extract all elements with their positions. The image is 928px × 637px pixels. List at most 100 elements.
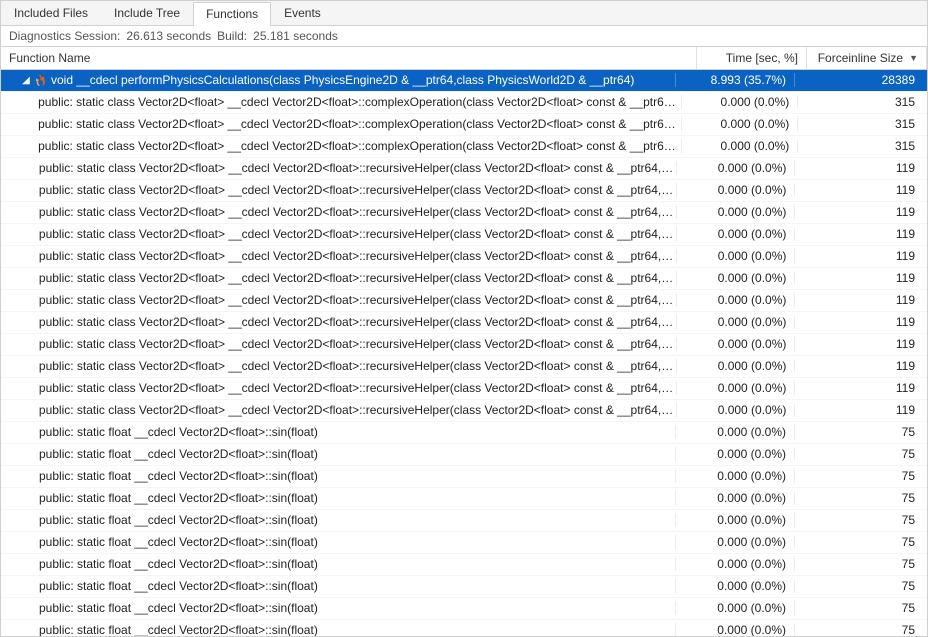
- function-signature: public: static float __cdecl Vector2D<fl…: [39, 491, 318, 505]
- function-row[interactable]: public: static float __cdecl Vector2D<fl…: [1, 444, 927, 466]
- function-row[interactable]: public: static class Vector2D<float> __c…: [1, 224, 927, 246]
- function-row[interactable]: public: static class Vector2D<float> __c…: [1, 334, 927, 356]
- function-row[interactable]: public: static class Vector2D<float> __c…: [1, 312, 927, 334]
- function-name-cell[interactable]: public: static class Vector2D<float> __c…: [1, 315, 676, 329]
- tab-functions[interactable]: Functions: [193, 2, 271, 26]
- function-name-cell[interactable]: public: static float __cdecl Vector2D<fl…: [1, 469, 675, 483]
- function-name-cell[interactable]: public: static class Vector2D<float> __c…: [1, 183, 676, 197]
- column-header-function-name[interactable]: Function Name: [1, 47, 697, 69]
- function-row[interactable]: public: static class Vector2D<float> __c…: [1, 180, 927, 202]
- function-row[interactable]: public: static float __cdecl Vector2D<fl…: [1, 510, 927, 532]
- function-signature: public: static class Vector2D<float> __c…: [39, 161, 676, 175]
- function-signature: public: static class Vector2D<float> __c…: [38, 117, 681, 131]
- function-name-cell[interactable]: public: static float __cdecl Vector2D<fl…: [1, 513, 675, 527]
- function-name-cell[interactable]: public: static float __cdecl Vector2D<fl…: [1, 557, 675, 571]
- forceinline-size-cell: 119: [794, 161, 927, 175]
- function-row[interactable]: public: static float __cdecl Vector2D<fl…: [1, 488, 927, 510]
- function-name-cell[interactable]: public: static class Vector2D<float> __c…: [1, 205, 676, 219]
- time-cell: 0.000 (0.0%): [675, 425, 794, 439]
- time-cell: 0.000 (0.0%): [676, 205, 795, 219]
- function-signature: void __cdecl performPhysicsCalculations(…: [51, 73, 634, 87]
- function-row[interactable]: public: static class Vector2D<float> __c…: [1, 202, 927, 224]
- function-name-cell[interactable]: public: static float __cdecl Vector2D<fl…: [1, 601, 675, 615]
- time-cell: 0.000 (0.0%): [676, 315, 795, 329]
- function-name-cell[interactable]: public: static class Vector2D<float> __c…: [1, 359, 676, 373]
- function-row[interactable]: public: static float __cdecl Vector2D<fl…: [1, 620, 927, 636]
- function-signature: public: static class Vector2D<float> __c…: [38, 95, 681, 109]
- function-row[interactable]: public: static class Vector2D<float> __c…: [1, 400, 927, 422]
- tab-events[interactable]: Events: [271, 1, 334, 25]
- time-cell: 0.000 (0.0%): [675, 469, 794, 483]
- function-name-cell[interactable]: public: static class Vector2D<float> __c…: [1, 271, 676, 285]
- function-name-cell[interactable]: public: static class Vector2D<float> __c…: [1, 381, 676, 395]
- function-name-cell[interactable]: public: static class Vector2D<float> __c…: [1, 293, 676, 307]
- tab-include-tree[interactable]: Include Tree: [101, 1, 193, 25]
- function-name-cell[interactable]: public: static class Vector2D<float> __c…: [1, 161, 676, 175]
- function-name-cell[interactable]: public: static float __cdecl Vector2D<fl…: [1, 623, 675, 636]
- function-signature: public: static float __cdecl Vector2D<fl…: [39, 535, 318, 549]
- function-row[interactable]: public: static class Vector2D<float> __c…: [1, 114, 927, 136]
- diagnostics-window: { "tabs": [ { "label": "Included Files",…: [0, 0, 928, 637]
- function-row[interactable]: public: static float __cdecl Vector2D<fl…: [1, 554, 927, 576]
- build-value: 25.181 seconds: [253, 29, 338, 43]
- session-value: 26.613 seconds: [126, 29, 211, 43]
- forceinline-size-cell: 75: [794, 513, 927, 527]
- function-signature: public: static class Vector2D<float> __c…: [38, 139, 681, 153]
- function-row[interactable]: ◢ void __cdecl performPhysicsCalculations…: [1, 70, 927, 92]
- function-name-cell[interactable]: public: static class Vector2D<float> __c…: [1, 337, 676, 351]
- function-name-cell[interactable]: ◢ void __cdecl performPhysicsCalculations…: [1, 73, 675, 87]
- function-name-cell[interactable]: public: static float __cdecl Vector2D<fl…: [1, 447, 675, 461]
- function-signature: public: static class Vector2D<float> __c…: [39, 205, 676, 219]
- time-cell: 0.000 (0.0%): [681, 117, 797, 131]
- time-cell: 8.993 (35.7%): [675, 73, 794, 87]
- function-row[interactable]: public: static class Vector2D<float> __c…: [1, 290, 927, 312]
- function-name-cell[interactable]: public: static float __cdecl Vector2D<fl…: [1, 579, 675, 593]
- function-name-cell[interactable]: public: static float __cdecl Vector2D<fl…: [1, 535, 675, 549]
- function-signature: public: static class Vector2D<float> __c…: [39, 315, 676, 329]
- time-cell: 0.000 (0.0%): [681, 139, 797, 153]
- function-signature: public: static class Vector2D<float> __c…: [39, 183, 676, 197]
- forceinline-size-cell: 75: [794, 535, 927, 549]
- time-cell: 0.000 (0.0%): [675, 623, 794, 636]
- function-signature: public: static class Vector2D<float> __c…: [39, 249, 676, 263]
- time-cell: 0.000 (0.0%): [675, 447, 794, 461]
- function-row[interactable]: public: static class Vector2D<float> __c…: [1, 268, 927, 290]
- function-row[interactable]: public: static float __cdecl Vector2D<fl…: [1, 466, 927, 488]
- function-tree[interactable]: ◢ void __cdecl performPhysicsCalculations…: [1, 70, 927, 636]
- function-row[interactable]: public: static float __cdecl Vector2D<fl…: [1, 422, 927, 444]
- function-row[interactable]: public: static float __cdecl Vector2D<fl…: [1, 598, 927, 620]
- function-name-cell[interactable]: public: static class Vector2D<float> __c…: [1, 95, 681, 109]
- function-name-cell[interactable]: public: static float __cdecl Vector2D<fl…: [1, 491, 675, 505]
- function-name-cell[interactable]: public: static float __cdecl Vector2D<fl…: [1, 425, 675, 439]
- function-row[interactable]: public: static class Vector2D<float> __c…: [1, 136, 927, 158]
- function-signature: public: static float __cdecl Vector2D<fl…: [39, 579, 318, 593]
- function-name-cell[interactable]: public: static class Vector2D<float> __c…: [1, 403, 676, 417]
- function-row[interactable]: public: static class Vector2D<float> __c…: [1, 378, 927, 400]
- forceinline-size-cell: 119: [794, 403, 927, 417]
- function-name-cell[interactable]: public: static class Vector2D<float> __c…: [1, 139, 681, 153]
- function-row[interactable]: public: static class Vector2D<float> __c…: [1, 92, 927, 114]
- function-signature: public: static class Vector2D<float> __c…: [39, 403, 676, 417]
- column-header-forceinline-size[interactable]: Forceinline Size ▼: [807, 47, 927, 69]
- function-name-cell[interactable]: public: static class Vector2D<float> __c…: [1, 227, 676, 241]
- function-row[interactable]: public: static float __cdecl Vector2D<fl…: [1, 532, 927, 554]
- function-row[interactable]: public: static class Vector2D<float> __c…: [1, 158, 927, 180]
- column-header-time[interactable]: Time [sec, %]: [697, 47, 807, 69]
- hot-path-flame-icon: [33, 73, 47, 87]
- function-signature: public: static class Vector2D<float> __c…: [39, 381, 676, 395]
- function-name-cell[interactable]: public: static class Vector2D<float> __c…: [1, 249, 676, 263]
- function-signature: public: static float __cdecl Vector2D<fl…: [39, 623, 318, 636]
- function-signature: public: static float __cdecl Vector2D<fl…: [39, 469, 318, 483]
- function-signature: public: static float __cdecl Vector2D<fl…: [39, 557, 318, 571]
- function-signature: public: static float __cdecl Vector2D<fl…: [39, 513, 318, 527]
- forceinline-size-cell: 119: [794, 205, 927, 219]
- function-row[interactable]: public: static float __cdecl Vector2D<fl…: [1, 576, 927, 598]
- function-row[interactable]: public: static class Vector2D<float> __c…: [1, 246, 927, 268]
- expand-toggle-icon[interactable]: ◢: [21, 75, 31, 86]
- forceinline-size-cell: 119: [794, 249, 927, 263]
- tab-included-files[interactable]: Included Files: [1, 1, 101, 25]
- forceinline-size-cell: 75: [794, 579, 927, 593]
- function-row[interactable]: public: static class Vector2D<float> __c…: [1, 356, 927, 378]
- function-name-cell[interactable]: public: static class Vector2D<float> __c…: [1, 117, 681, 131]
- time-cell: 0.000 (0.0%): [676, 183, 795, 197]
